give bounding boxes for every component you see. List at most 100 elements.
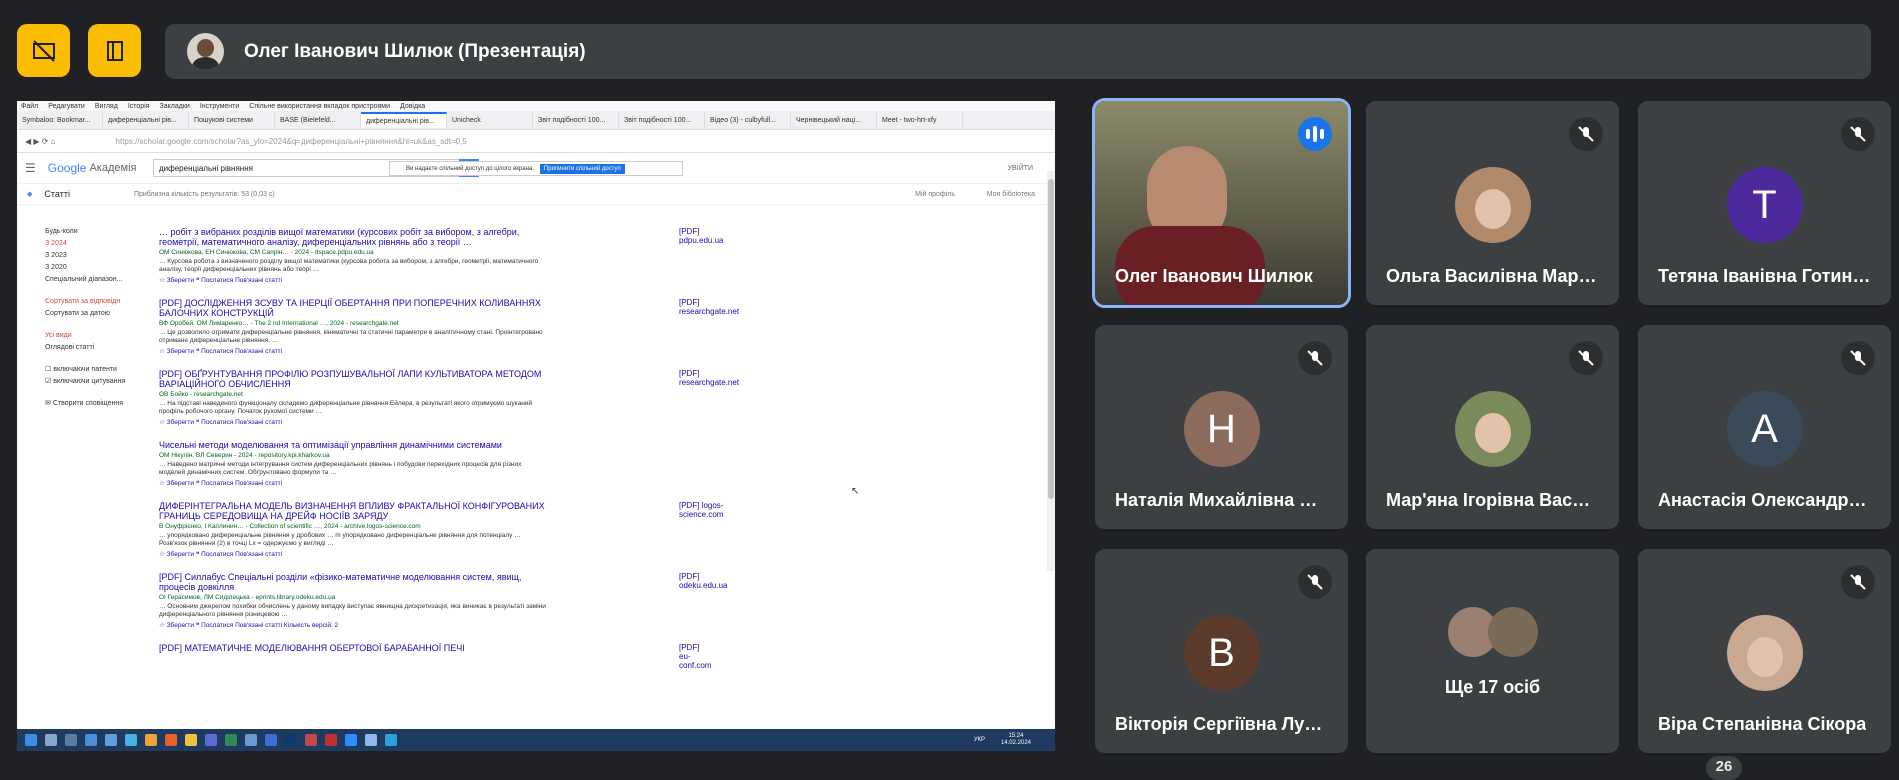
menu-item[interactable]: Закладки <box>160 103 190 110</box>
result-title[interactable]: [PDF] ДОСЛІДЖЕННЯ ЗСУВУ ТА ІНЕРЦІЇ ОБЕРТ… <box>159 298 549 318</box>
browser-tab[interactable]: Unicheck <box>447 112 533 128</box>
my-profile-link[interactable]: Мій профіль <box>915 191 955 198</box>
filters-column: Будь-коли З 2024 З 2023 З 2020 Спеціальн… <box>45 226 145 410</box>
filter-2023[interactable]: З 2023 <box>45 250 145 262</box>
app-icon[interactable] <box>105 734 117 746</box>
task-view-icon[interactable] <box>65 734 77 746</box>
firefox-icon[interactable] <box>165 734 177 746</box>
participant-count-badge[interactable]: 26 <box>1706 756 1742 780</box>
app-icon[interactable] <box>125 734 137 746</box>
menu-item[interactable]: Файл <box>21 103 38 110</box>
browser-tab[interactable]: Звіт подібності 100... <box>619 112 705 128</box>
result-title[interactable]: … робіт з вибраних розділів вищої матема… <box>159 227 549 247</box>
result-links[interactable]: ☆ Зберегти ❝ Послатися Пов'язані статті … <box>159 621 549 629</box>
participant-tile[interactable]: В Вікторія Сергіївна Лу… <box>1095 549 1348 753</box>
participant-tile[interactable]: Ще 17 осіб <box>1366 549 1619 753</box>
menu-item[interactable]: Довідка <box>400 103 425 110</box>
filter-2024[interactable]: З 2024 <box>45 238 145 250</box>
menu-item[interactable]: Історія <box>128 103 150 110</box>
language-indicator[interactable]: УКР <box>974 737 985 743</box>
present-view-button[interactable] <box>88 24 141 77</box>
folder-icon[interactable] <box>185 734 197 746</box>
menu-item[interactable]: Інструменти <box>200 103 239 110</box>
stop-share-button[interactable]: Припинити спільний доступ <box>539 163 625 174</box>
result-links[interactable]: ☆ Зберегти ❝ Послатися Пов'язані статті <box>159 550 549 558</box>
app-icon[interactable] <box>325 734 337 746</box>
my-library-link[interactable]: Моя бібліотека <box>987 191 1035 198</box>
include-citations[interactable]: ☑ включаючи цитування <box>45 376 145 388</box>
result-links[interactable]: ☆ Зберегти ❝ Послатися Пов'язані статті <box>159 276 549 284</box>
include-patents[interactable]: ☐ включаючи патенти <box>45 364 145 376</box>
sort-relevance[interactable]: Сортувати за відповідн <box>45 296 145 308</box>
filter-reviews[interactable]: Оглядові статті <box>45 342 145 354</box>
scrollbar[interactable] <box>1047 171 1055 571</box>
browser-tab[interactable]: Чернівецький наці... <box>791 112 877 128</box>
menu-item[interactable]: Редагувати <box>48 103 85 110</box>
avatar <box>187 33 224 70</box>
viber-icon[interactable] <box>205 734 217 746</box>
word-icon[interactable] <box>85 734 97 746</box>
app-icon[interactable] <box>265 734 277 746</box>
photoshop-icon[interactable] <box>285 734 297 746</box>
sort-date[interactable]: Сортувати за датою <box>45 308 145 320</box>
result-links[interactable]: ☆ Зберегти ❝ Послатися Пов'язані статті <box>159 418 549 426</box>
result-title[interactable]: [PDF] Силлабус Спеціальні розділи «фізик… <box>159 572 549 592</box>
participant-tile[interactable]: Мар'яна Ігорівна Вас… <box>1366 325 1619 529</box>
participant-tile[interactable]: Н Наталія Михайлівна … <box>1095 325 1348 529</box>
chrome-icon[interactable] <box>145 734 157 746</box>
result-links[interactable]: ☆ Зберегти ❝ Послатися Пов'язані статті <box>159 347 549 355</box>
result-pdf-link[interactable]: [PDF] eu-conf.com <box>679 643 711 670</box>
browser-tab[interactable]: диференціальні рів... <box>103 112 189 128</box>
participant-tile[interactable]: Віра Степанівна Сікора <box>1638 549 1891 753</box>
search-icon[interactable] <box>45 734 57 746</box>
browser-tab[interactable]: BASE (Bielefeld... <box>275 112 361 128</box>
url-bar[interactable]: ◀ ▶ ⟳ ⌂ https://scholar.google.com/schol… <box>17 130 1055 153</box>
participant-tile[interactable]: Т Тетяна Іванівна Готин… <box>1638 101 1891 305</box>
participant-name: Наталія Михайлівна … <box>1115 490 1318 510</box>
result-snippet: … Це дозволило отримати диференціальне р… <box>159 329 543 344</box>
result-pdf-link[interactable]: [PDF] pdpu.edu.ua <box>679 227 724 245</box>
filter-all-types[interactable]: Усі види <box>45 330 145 342</box>
app-icon[interactable] <box>305 734 317 746</box>
layout-icon <box>106 40 123 61</box>
result-title[interactable]: ДИФЕРІНТЕГРАЛЬНА МОДЕЛЬ ВИЗНАЧЕННЯ ВПЛИВ… <box>159 501 549 521</box>
browser-tab[interactable]: Звіт подібності 100... <box>533 112 619 128</box>
browser-tab[interactable]: диференціальні рів... <box>361 112 447 128</box>
browser-tab[interactable]: Symbaloo: Bookmar... <box>17 112 103 128</box>
filter-custom[interactable]: Спеціальний діапазон... <box>45 274 145 286</box>
result-snippet: … Основним джерелом похибки обчислень у … <box>159 603 546 618</box>
result-pdf-link[interactable]: [PDF] researchgate.net <box>679 298 739 316</box>
participant-tile[interactable]: Ольга Василівна Мар… <box>1366 101 1619 305</box>
browser-tab[interactable]: Відео (3) - culbyfull... <box>705 112 791 128</box>
participant-name: Тетяна Іванівна Готин… <box>1658 266 1871 286</box>
result-pdf-link[interactable]: [PDF] odeku.edu.ua <box>679 572 728 590</box>
result-links[interactable]: ☆ Зберегти ❝ Послатися Пов'язані статті <box>159 479 549 487</box>
url-text: https://scholar.google.com/scholar?as_yl… <box>115 136 467 146</box>
result-title[interactable]: [PDF] МАТЕМАТИЧНЕ МОДЕЛЮВАННЯ ОБЕРТОВОЇ … <box>159 643 549 653</box>
menu-item[interactable]: Вигляд <box>95 103 118 110</box>
zoom-icon[interactable] <box>345 734 357 746</box>
mouse-cursor-icon: ↖ <box>851 486 860 497</box>
filter-2020[interactable]: З 2020 <box>45 262 145 274</box>
app-icon[interactable] <box>365 734 377 746</box>
menu-icon[interactable]: ☰ <box>25 161 36 175</box>
participant-name: Олег Іванович Шилюк <box>1115 266 1313 286</box>
browser-tab[interactable]: Пошукові системи <box>189 112 275 128</box>
stop-presenting-button[interactable] <box>17 24 70 77</box>
result-title[interactable]: Чисельні методи моделювання та оптимізац… <box>159 440 549 450</box>
telegram-icon[interactable] <box>385 734 397 746</box>
menu-item[interactable]: Спільне використання вкладок пристроями <box>249 103 390 110</box>
app-icon[interactable] <box>245 734 257 746</box>
result-pdf-link[interactable]: [PDF] researchgate.net <box>679 369 739 387</box>
windows-start-icon[interactable] <box>25 734 37 746</box>
signin-link[interactable]: УВІЙТИ <box>1008 165 1033 172</box>
filter-any-time[interactable]: Будь-коли <box>45 226 145 238</box>
result-pdf-link[interactable]: [PDF] logos-science.com <box>679 501 723 519</box>
create-alert[interactable]: ✉ Створити сповіщення <box>45 398 145 410</box>
excel-icon[interactable] <box>225 734 237 746</box>
participant-tile[interactable]: Олег Іванович Шилюк <box>1092 98 1351 308</box>
participant-tile[interactable]: А Анастасія Олександр… <box>1638 325 1891 529</box>
taskbar-clock[interactable]: 15:24 14.02.2024 <box>1001 733 1031 747</box>
result-title[interactable]: [PDF] ОБҐРУНТУВАННЯ ПРОФІЛЮ РОЗПУШУВАЛЬН… <box>159 369 549 389</box>
browser-tab[interactable]: Meet - two-hrt-xfy <box>877 112 963 128</box>
